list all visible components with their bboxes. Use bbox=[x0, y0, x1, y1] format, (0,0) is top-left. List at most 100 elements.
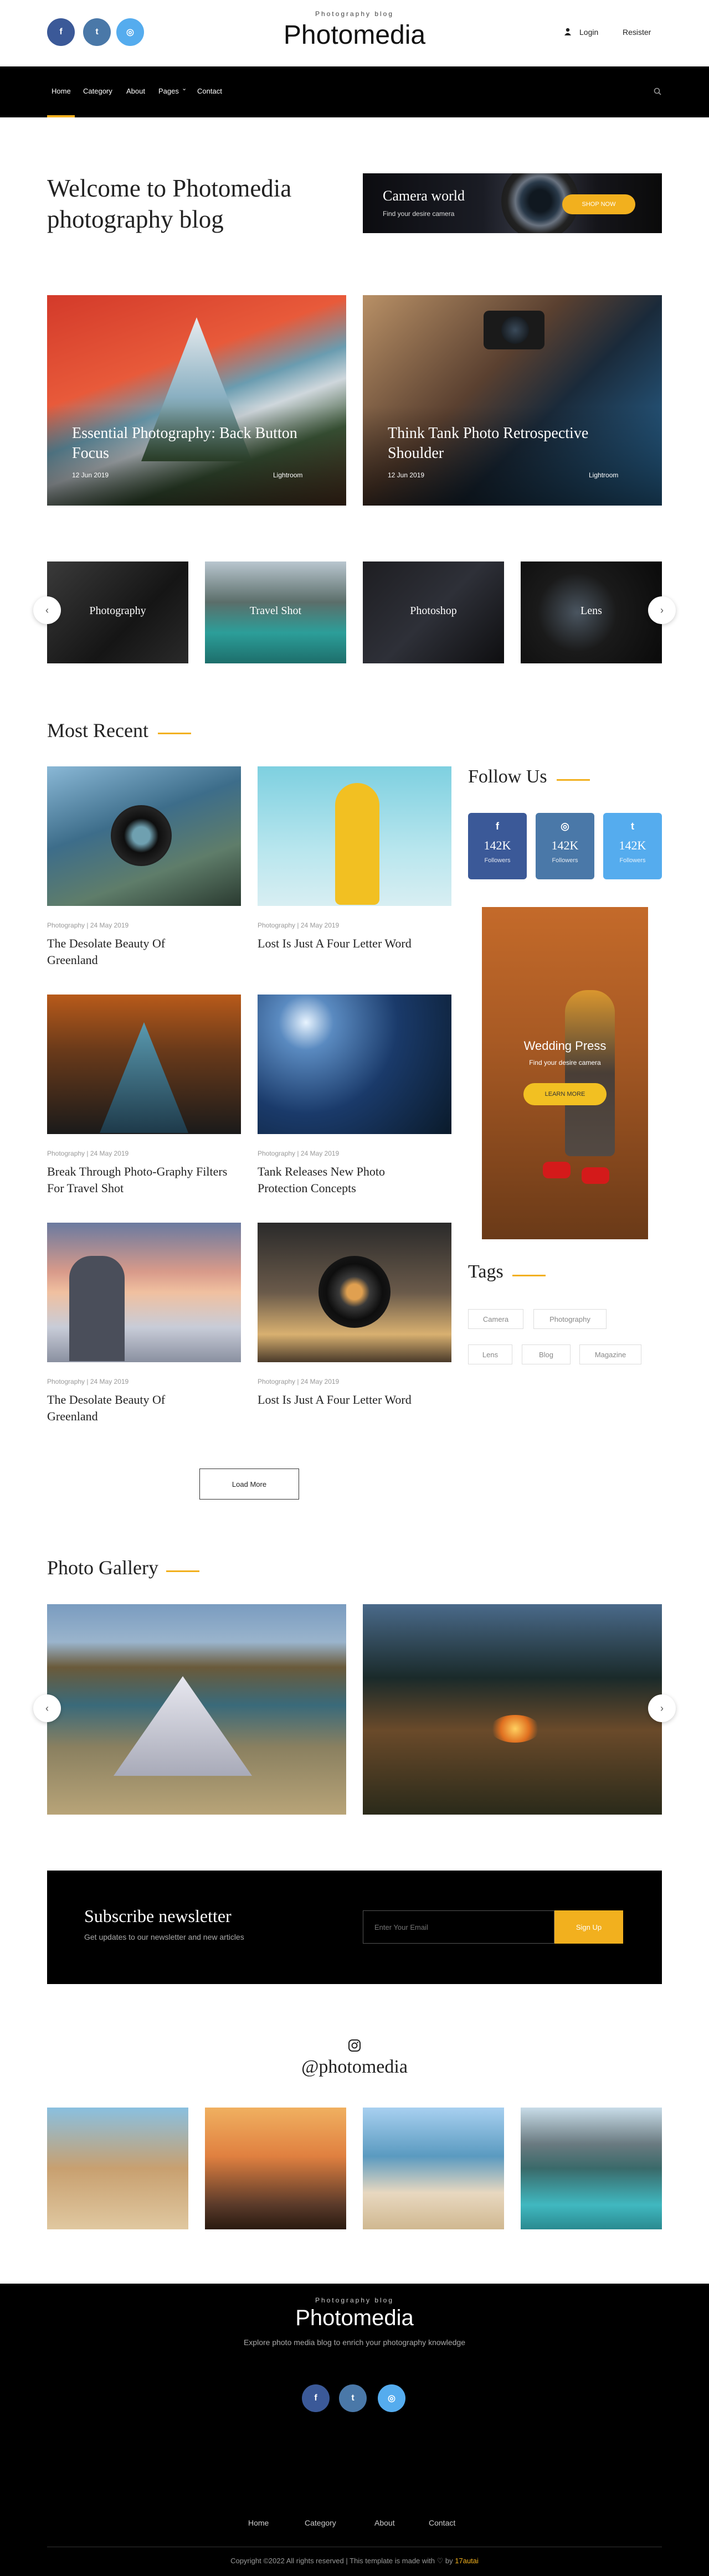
tag-magazine[interactable]: Magazine bbox=[579, 1344, 641, 1364]
chevron-right-icon[interactable]: › bbox=[648, 1694, 676, 1722]
newsletter-subtitle: Get updates to our newsletter and new ar… bbox=[84, 1933, 244, 1941]
tag-blog[interactable]: Blog bbox=[522, 1344, 571, 1364]
load-more-button[interactable]: Load More bbox=[199, 1469, 299, 1500]
footer-description: Explore photo media blog to enrich your … bbox=[243, 2338, 466, 2347]
post-meta: Photography | 24 May 2019 bbox=[258, 921, 340, 929]
twitter-icon: t bbox=[631, 821, 634, 832]
instagram-handle[interactable]: @photomedia bbox=[244, 2057, 465, 2078]
category-label: Photoshop bbox=[410, 605, 457, 617]
main-nav: Home Category About Pages ⌄ Contact bbox=[0, 66, 709, 117]
post-meta: Photography | 24 May 2019 bbox=[47, 921, 129, 929]
tag-photography[interactable]: Photography bbox=[533, 1309, 607, 1329]
most-recent-heading: Most Recent bbox=[47, 719, 148, 741]
nav-about[interactable]: About bbox=[126, 87, 145, 95]
post-title[interactable]: Break Through Photo-Graphy Filters For T… bbox=[47, 1163, 230, 1197]
chevron-right-icon[interactable]: › bbox=[648, 596, 676, 624]
instagram-image[interactable] bbox=[205, 2108, 346, 2229]
gallery-image[interactable] bbox=[47, 1604, 346, 1815]
tag-camera[interactable]: Camera bbox=[468, 1309, 523, 1329]
featured-card[interactable]: Essential Photography: Back Button Focus… bbox=[47, 295, 346, 506]
user-icon bbox=[564, 28, 572, 35]
featured-category[interactable]: Lightroom bbox=[589, 471, 618, 479]
post-title[interactable]: Tank Releases New Photo Protection Conce… bbox=[258, 1163, 429, 1197]
ad-title: Wedding Press bbox=[523, 1039, 607, 1053]
category-label: Travel Shot bbox=[249, 605, 302, 617]
footer: Photography blog Photomedia Explore phot… bbox=[0, 2284, 709, 2576]
register-link[interactable]: Resister bbox=[623, 28, 651, 37]
featured-title[interactable]: Essential Photography: Back Button Focus bbox=[72, 424, 305, 463]
gallery-image[interactable] bbox=[363, 1604, 662, 1815]
instagram-icon[interactable] bbox=[348, 2039, 361, 2055]
heading-underline bbox=[512, 1275, 546, 1276]
nav-contact[interactable]: Contact bbox=[197, 87, 222, 95]
facebook-icon[interactable]: f bbox=[47, 18, 75, 46]
learn-more-button[interactable]: LEARN MORE bbox=[523, 1083, 607, 1105]
wedding-ad[interactable]: Wedding Press Find your desire camera LE… bbox=[482, 907, 648, 1239]
footer-link-home[interactable]: Home bbox=[248, 2518, 269, 2527]
tag-lens[interactable]: Lens bbox=[468, 1344, 512, 1364]
post-image[interactable] bbox=[258, 766, 451, 906]
instagram-image[interactable] bbox=[363, 2108, 504, 2229]
category-card[interactable]: Lens bbox=[521, 561, 662, 663]
category-label: Photography bbox=[89, 605, 146, 617]
twitter-follow-card[interactable]: t 142K Followers bbox=[603, 813, 662, 879]
logo[interactable]: Photomedia bbox=[244, 20, 465, 50]
banner-subtitle: Find your desire camera bbox=[383, 210, 455, 218]
nav-category[interactable]: Category bbox=[83, 87, 112, 95]
featured-category[interactable]: Lightroom bbox=[273, 471, 302, 479]
footer-link-contact[interactable]: Contact bbox=[429, 2518, 455, 2527]
footer-link-category[interactable]: Category bbox=[305, 2518, 336, 2527]
post-title[interactable]: The Desolate Beauty Of Greenland bbox=[47, 1392, 219, 1425]
featured-title[interactable]: Think Tank Photo Retrospective Shoulder bbox=[388, 424, 648, 463]
category-card[interactable]: Travel Shot bbox=[205, 561, 346, 663]
copyright-link[interactable]: 17autai bbox=[455, 2557, 479, 2565]
photo-gallery-heading: Photo Gallery bbox=[47, 1557, 158, 1579]
instagram-icon[interactable]: ◎ bbox=[116, 18, 144, 46]
twitter-icon[interactable]: t bbox=[339, 2384, 367, 2412]
post-meta: Photography | 24 May 2019 bbox=[258, 1378, 340, 1385]
header: f t ◎ Photography blog Photomedia Login … bbox=[0, 0, 709, 66]
footer-logo[interactable]: Photomedia bbox=[244, 2306, 465, 2331]
footer-tagline: Photography blog bbox=[315, 2296, 394, 2304]
email-field[interactable] bbox=[363, 1910, 554, 1944]
facebook-icon[interactable]: f bbox=[302, 2384, 330, 2412]
post-title[interactable]: Lost Is Just A Four Letter Word bbox=[258, 935, 429, 952]
header-tagline: Photography blog bbox=[315, 10, 394, 18]
featured-date: 12 Jun 2019 bbox=[388, 471, 425, 479]
post-title[interactable]: Lost Is Just A Four Letter Word bbox=[258, 1392, 429, 1408]
post-meta: Photography | 24 May 2019 bbox=[47, 1150, 129, 1157]
facebook-icon: f bbox=[496, 821, 499, 832]
nav-pages[interactable]: Pages bbox=[158, 87, 179, 95]
instagram-image[interactable] bbox=[47, 2108, 188, 2229]
instagram-image[interactable] bbox=[521, 2108, 662, 2229]
follow-us-heading: Follow Us bbox=[468, 766, 547, 787]
nav-home[interactable]: Home bbox=[52, 87, 71, 95]
instagram-icon[interactable]: ◎ bbox=[378, 2384, 405, 2412]
category-card[interactable]: Photography bbox=[47, 561, 188, 663]
newsletter-title: Subscribe newsletter bbox=[84, 1906, 232, 1926]
post-image[interactable] bbox=[47, 1223, 241, 1362]
facebook-follow-card[interactable]: f 142K Followers bbox=[468, 813, 527, 879]
post-image[interactable] bbox=[258, 995, 451, 1134]
banner-title: Camera world bbox=[383, 188, 465, 204]
shop-now-button[interactable]: SHOP NOW bbox=[562, 194, 635, 214]
heading-underline bbox=[166, 1570, 199, 1572]
post-image[interactable] bbox=[47, 766, 241, 906]
copyright: Copyright ©2022 All rights reserved | Th… bbox=[230, 2557, 479, 2565]
chevron-left-icon[interactable]: ‹ bbox=[33, 1694, 61, 1722]
post-image[interactable] bbox=[258, 1223, 451, 1362]
sign-up-button[interactable]: Sign Up bbox=[554, 1910, 623, 1944]
lens-shape bbox=[501, 316, 529, 344]
featured-card[interactable]: Think Tank Photo Retrospective Shoulder … bbox=[363, 295, 662, 506]
search-icon[interactable] bbox=[654, 87, 661, 98]
instagram-follow-card[interactable]: ◎ 142K Followers bbox=[536, 813, 594, 879]
featured-date: 12 Jun 2019 bbox=[72, 471, 109, 479]
login-link[interactable]: Login bbox=[579, 28, 598, 37]
chevron-left-icon[interactable]: ‹ bbox=[33, 596, 61, 624]
twitter-icon[interactable]: t bbox=[83, 18, 111, 46]
camera-banner[interactable]: Camera world Find your desire camera SHO… bbox=[363, 173, 662, 233]
post-title[interactable]: The Desolate Beauty Of Greenland bbox=[47, 935, 219, 968]
category-card[interactable]: Photoshop bbox=[363, 561, 504, 663]
post-image[interactable] bbox=[47, 995, 241, 1134]
footer-link-about[interactable]: About bbox=[374, 2518, 395, 2527]
